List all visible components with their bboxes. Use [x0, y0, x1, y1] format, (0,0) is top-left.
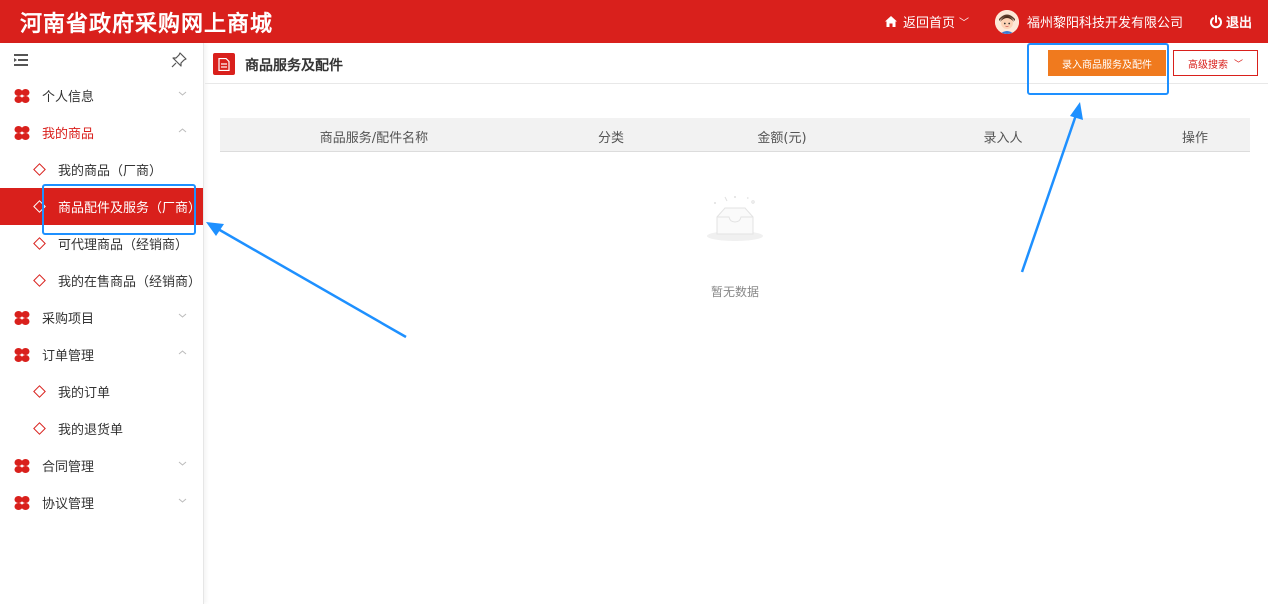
- home-label: 返回首页: [902, 16, 955, 31]
- sidebar-item-label: 可代理商品（经销商）: [58, 238, 189, 253]
- highlight-box-add-button: [1027, 43, 1169, 95]
- sidebar-group-label: 个人信息: [42, 90, 95, 105]
- sidebar-item-my-products-manufacturer[interactable]: 我的商品（厂商）: [0, 151, 203, 188]
- sidebar-group-procurement[interactable]: 采购项目: [0, 299, 203, 336]
- company-name: 福州黎阳科技开发有限公司: [1026, 16, 1183, 31]
- sidebar-group-contracts[interactable]: 合同管理: [0, 447, 203, 484]
- sidebar-group-personal-info[interactable]: 个人信息: [0, 77, 203, 114]
- sidebar-item-label: 我的退货单: [58, 423, 124, 438]
- chevron-down-icon: [178, 313, 187, 318]
- clover-icon: [14, 88, 30, 103]
- chevron-down-icon: [178, 498, 187, 503]
- menu-toggle-icon[interactable]: [14, 54, 28, 66]
- sidebar-group-label: 我的商品: [42, 127, 95, 142]
- diamond-icon: [33, 237, 46, 250]
- diamond-icon: [33, 274, 46, 287]
- document-icon: [213, 53, 235, 75]
- column-header-category: 分类: [597, 131, 625, 146]
- site-title: 河南省政府采购网上商城: [20, 11, 274, 37]
- clover-icon: [14, 347, 30, 362]
- chevron-down-icon: ﹀: [1233, 59, 1243, 70]
- pin-icon[interactable]: [171, 52, 187, 68]
- chevron-down-icon: [178, 91, 187, 96]
- column-header-amount: 金额(元): [757, 131, 807, 146]
- main-content: 商品服务及配件 录入商品服务及配件 高级搜索 ﹀ 商品服务/配件名称 分类 金额…: [205, 43, 1268, 604]
- top-bar: 河南省政府采购网上商城 返回首页 ﹀ 福州黎阳科技开发有限公司 退出: [0, 0, 1268, 43]
- sidebar-group-orders[interactable]: 订单管理: [0, 336, 203, 373]
- user-menu[interactable]: 福州黎阳科技开发有限公司: [994, 9, 1183, 34]
- sidebar-group-label: 订单管理: [42, 349, 95, 364]
- sidebar: 个人信息 我的商品 我的商品（厂商） 商品配件及服务（厂商） 可代理商品（经销商…: [0, 43, 204, 604]
- highlight-box-sidebar-item: [42, 184, 196, 235]
- sidebar-header: [0, 43, 203, 77]
- power-icon: [1210, 14, 1222, 28]
- home-link[interactable]: 返回首页 ﹀: [884, 12, 969, 31]
- empty-state-text: 暂无数据: [710, 285, 759, 299]
- clover-icon: [14, 125, 30, 140]
- chevron-up-icon: [178, 128, 187, 133]
- advanced-search-button[interactable]: 高级搜索 ﹀: [1173, 50, 1258, 76]
- column-header-entered-by: 录入人: [983, 131, 1023, 146]
- home-icon: [884, 16, 897, 27]
- chevron-up-icon: [178, 350, 187, 355]
- sidebar-group-agreements[interactable]: 协议管理: [0, 484, 203, 521]
- sidebar-item-label: 我的在售商品（经销商）: [58, 275, 202, 290]
- diamond-icon: [33, 422, 46, 435]
- logout-label: 退出: [1225, 16, 1252, 31]
- column-header-actions: 操作: [1181, 131, 1209, 146]
- advanced-search-label: 高级搜索: [1187, 59, 1228, 71]
- logout-button[interactable]: 退出: [1209, 12, 1252, 31]
- column-header-name: 商品服务/配件名称: [319, 131, 429, 146]
- page-title: 商品服务及配件: [245, 58, 343, 74]
- avatar: [994, 9, 1019, 34]
- clover-icon: [14, 458, 30, 473]
- sidebar-group-label: 协议管理: [42, 497, 95, 512]
- sidebar-group-label: 采购项目: [42, 312, 95, 327]
- sidebar-item-my-returns[interactable]: 我的退货单: [0, 410, 203, 447]
- empty-state-icon: [695, 191, 775, 255]
- sidebar-group-label: 合同管理: [42, 460, 95, 475]
- top-nav: 返回首页 ﹀ 福州黎阳科技开发有限公司 退出: [859, 0, 1252, 43]
- sidebar-item-on-sale-products[interactable]: 我的在售商品（经销商）: [0, 262, 203, 299]
- sidebar-item-label: 我的订单: [58, 386, 111, 401]
- diamond-icon: [33, 163, 46, 176]
- sidebar-item-label: 我的商品（厂商）: [58, 164, 163, 179]
- sidebar-item-my-orders[interactable]: 我的订单: [0, 373, 203, 410]
- table-header: 商品服务/配件名称 分类 金额(元) 录入人 操作: [220, 118, 1250, 152]
- chevron-down-icon: ﹀: [958, 18, 969, 29]
- chevron-down-icon: [178, 461, 187, 466]
- clover-icon: [14, 495, 30, 510]
- user-avatar-icon: [994, 9, 1019, 34]
- clover-icon: [14, 310, 30, 325]
- sidebar-group-my-products[interactable]: 我的商品: [0, 114, 203, 151]
- diamond-icon: [33, 385, 46, 398]
